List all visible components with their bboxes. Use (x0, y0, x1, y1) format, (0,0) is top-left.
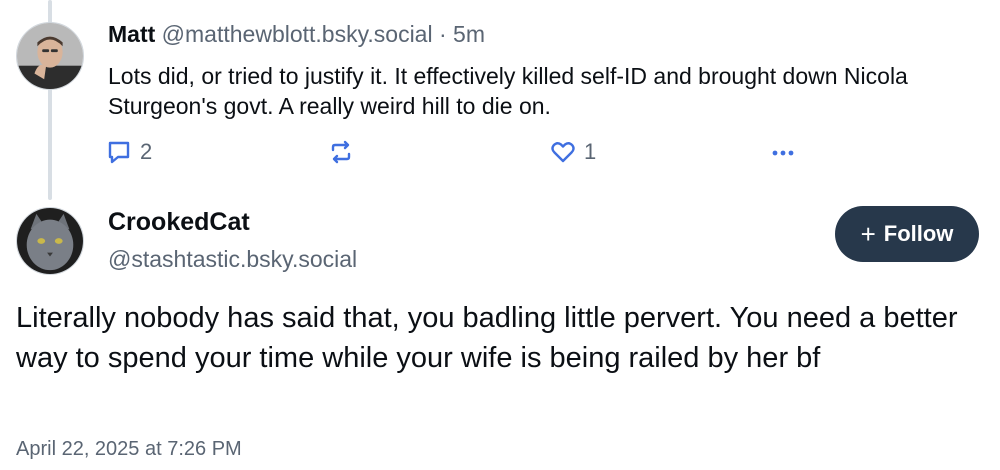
post-text: Literally nobody has said that, you badl… (16, 302, 958, 374)
reply-button[interactable]: 2 (105, 138, 152, 166)
follow-label: Follow (883, 221, 954, 246)
author-name[interactable]: CrookedCat (108, 208, 250, 237)
separator: · (438, 21, 447, 47)
cat-avatar-image (17, 208, 83, 274)
more-icon (772, 150, 794, 156)
follow-button[interactable]: + Follow (835, 206, 979, 262)
avatar[interactable] (16, 207, 84, 275)
like-button[interactable]: 1 (549, 138, 596, 166)
person-avatar-image (17, 23, 83, 89)
like-count: 1 (584, 139, 597, 164)
plus-icon: + (860, 218, 876, 249)
post-timestamp: April 22, 2025 at 7:26 PM (16, 438, 242, 460)
repost-icon (331, 140, 351, 164)
author-handle[interactable]: @matthewblott.bsky.social (162, 21, 433, 47)
post-actions: 2 1 (105, 138, 805, 170)
post-age[interactable]: 5m (453, 21, 485, 47)
post-header: Matt @matthewblott.bsky.social · 5m (108, 21, 485, 48)
post-text: Lots did, or tried to justify it. It eff… (108, 63, 908, 119)
author-name[interactable]: Matt (108, 21, 155, 47)
author-handle[interactable]: @stashtastic.bsky.social (108, 246, 357, 273)
reply-icon (108, 141, 130, 164)
avatar[interactable] (16, 22, 84, 90)
like-icon (551, 142, 575, 163)
repost-button[interactable] (327, 138, 362, 166)
reply-count: 2 (140, 139, 153, 164)
more-options-button[interactable] (769, 138, 797, 166)
